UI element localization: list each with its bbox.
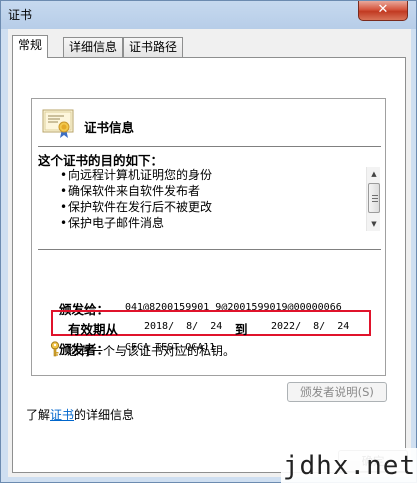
- tab-general-label: 常规: [18, 38, 43, 52]
- key-icon: [50, 341, 60, 357]
- tab-cert-path-label: 证书路径: [129, 40, 178, 54]
- scroll-down-icon[interactable]: ▼: [367, 217, 381, 231]
- purpose-item: 确保软件来自软件发布者: [60, 183, 212, 199]
- certificate-dialog: 证书 ✕ 常规 详细信息 证书路径 证书信息 这个证书的目的如下： • 向远程计…: [0, 0, 417, 483]
- site-watermark: jdhx.net: [281, 448, 417, 483]
- scroll-up-icon[interactable]: ▲: [367, 167, 381, 181]
- valid-from-label: 有效期从: [68, 322, 119, 337]
- tab-details[interactable]: 详细信息: [63, 37, 124, 57]
- grip-line: [372, 201, 378, 202]
- certificate-icon: [42, 109, 74, 138]
- learn-more-suffix: 的详细信息: [74, 408, 135, 422]
- certificate-link[interactable]: 证书: [50, 408, 74, 422]
- scroll-thumb[interactable]: [368, 183, 380, 213]
- purpose-scrollbar[interactable]: ▲ ▼: [366, 167, 380, 231]
- purpose-item: 保护软件在发行后不被更改: [60, 199, 212, 215]
- valid-to-label: 到: [235, 322, 248, 337]
- private-key-note: 您有一个与该证书对应的私钥。: [67, 344, 236, 358]
- title-bar: 证书 ✕: [1, 1, 417, 27]
- tab-general[interactable]: 常规: [12, 35, 49, 58]
- valid-from-value: 2018/ 8/ 24: [144, 321, 223, 332]
- window-title: 证书: [8, 8, 33, 22]
- learn-more-prefix: 了解: [26, 408, 51, 422]
- close-icon: ✕: [377, 2, 389, 17]
- tab-cert-path[interactable]: 证书路径: [123, 37, 184, 57]
- purpose-list: 向远程计算机证明您的身份 确保软件来自软件发布者 保护软件在发行后不被更改 保护…: [60, 167, 212, 231]
- learn-more-text: 了解证书的详细信息: [26, 406, 134, 423]
- issuer-statement-button[interactable]: 颁发者说明(S): [287, 382, 387, 402]
- grip-line: [372, 198, 378, 199]
- tab-details-label: 详细信息: [69, 40, 118, 54]
- valid-to-value: 2022/ 8/ 24: [271, 321, 350, 332]
- grip-line: [372, 195, 378, 196]
- cert-info-title: 证书信息: [84, 120, 135, 135]
- divider: [38, 249, 381, 250]
- purpose-item: 保护电子邮件消息: [60, 215, 212, 231]
- divider: [38, 146, 381, 147]
- close-button[interactable]: ✕: [358, 1, 408, 21]
- purpose-item: 向远程计算机证明您的身份: [60, 167, 212, 183]
